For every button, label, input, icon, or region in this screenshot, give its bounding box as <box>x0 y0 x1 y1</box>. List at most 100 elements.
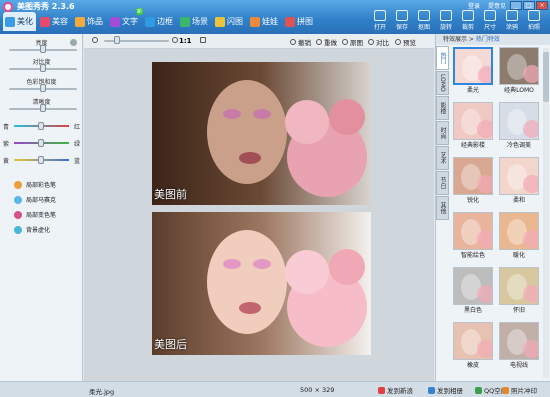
scroll-thumb[interactable] <box>543 52 549 102</box>
effect-5[interactable]: 柔和 <box>499 157 539 204</box>
undo-button[interactable]: 撤销 <box>290 37 311 47</box>
preview-button[interactable]: 预览 <box>395 37 416 47</box>
window-controls: _ □ × <box>510 1 548 10</box>
zoom-out-icon[interactable] <box>92 37 98 43</box>
effect-2[interactable]: 经典影楼 <box>453 102 493 149</box>
breadcrumb-current: 热门特效 <box>475 36 500 43</box>
effect-0[interactable]: 柔光 <box>453 47 493 94</box>
category-tab-3[interactable]: 时尚 <box>436 121 449 145</box>
reset-icon[interactable] <box>70 39 77 46</box>
effect-6[interactable]: 智能绘色 <box>453 212 493 259</box>
effects-scrollbar[interactable] <box>543 48 549 378</box>
effect-3[interactable]: 冷色调美 <box>499 102 539 149</box>
close-button[interactable]: × <box>536 1 548 10</box>
color-balance-slider[interactable] <box>14 139 69 147</box>
category-tab-2[interactable]: 影楼 <box>436 96 449 120</box>
tab-2[interactable]: 饰品 <box>73 12 106 31</box>
toolbar-button-5[interactable]: 尺寸 <box>480 10 500 32</box>
tool-0[interactable]: 局部彩色笔 <box>14 180 56 189</box>
effect-thumbnail <box>499 212 539 250</box>
effect-11[interactable]: 电视线 <box>499 322 539 369</box>
category-tab-6[interactable]: 其他 <box>436 196 449 220</box>
sharpness-knob[interactable] <box>40 104 46 112</box>
tool-2[interactable]: 局部变色笔 <box>14 210 56 219</box>
top-toolbar: 打开保存抠图旋转裁剪尺寸涂鸦拍照看图分享 <box>370 10 550 32</box>
login-link[interactable]: 登录 <box>468 1 480 10</box>
tab-label: 场景 <box>192 17 208 26</box>
app-logo-icon <box>3 2 13 12</box>
effect-thumbnail <box>453 322 493 360</box>
toolbar-button-6[interactable]: 涂鸦 <box>502 10 522 32</box>
color-balance-knob[interactable] <box>38 139 44 147</box>
contrast-knob[interactable] <box>40 64 46 72</box>
original-button[interactable]: 原图 <box>342 37 363 47</box>
tab-6[interactable]: 闪图 <box>213 12 246 31</box>
tool-label: 局部变色笔 <box>26 212 57 219</box>
toolbar-button-2[interactable]: 抠图 <box>414 10 434 32</box>
toolbar-button-0[interactable]: 打开 <box>370 10 390 32</box>
zoom-slider[interactable] <box>104 36 169 44</box>
brightness-slider[interactable] <box>9 45 77 53</box>
maximize-button[interactable]: □ <box>523 1 535 10</box>
category-tab-5[interactable]: 节日 <box>436 171 449 195</box>
redo-button[interactable]: 重做 <box>316 37 337 47</box>
zoom-knob[interactable] <box>114 36 120 44</box>
zoom-in-icon[interactable] <box>172 37 178 43</box>
toolbar-icon <box>396 10 408 21</box>
effect-10[interactable]: 橡皮 <box>453 322 493 369</box>
color-balance-knob[interactable] <box>38 122 44 130</box>
share-link-1[interactable]: 发到相册 <box>428 385 463 395</box>
feedback-link[interactable]: 提意见 <box>488 1 506 10</box>
tab-label: 美容 <box>52 17 68 26</box>
category-tab-0[interactable]: 热门 <box>436 46 449 70</box>
tab-0[interactable]: 美化 <box>3 12 36 31</box>
tab-icon <box>285 16 295 27</box>
tab-1[interactable]: 美容 <box>38 12 71 31</box>
minimize-button[interactable]: _ <box>510 1 522 10</box>
category-tab-4[interactable]: 艺术 <box>436 146 449 170</box>
tab-8[interactable]: 拼图 <box>283 12 316 31</box>
original-label: 原图 <box>350 39 363 47</box>
fit-icon[interactable] <box>200 37 206 43</box>
effect-thumbnail <box>499 157 539 195</box>
tab-3[interactable]: 文字 新 <box>108 8 143 31</box>
effect-9[interactable]: 怀旧 <box>499 267 539 314</box>
share-link-0[interactable]: 发到新浪 <box>378 385 413 395</box>
effect-label: 锐化 <box>466 197 479 204</box>
tab-5[interactable]: 场景 <box>178 12 211 31</box>
saturation-slider[interactable] <box>9 84 77 92</box>
color-balance-knob[interactable] <box>38 156 44 164</box>
toolbar-button-4[interactable]: 裁剪 <box>458 10 478 32</box>
color-balance-slider[interactable] <box>14 122 69 130</box>
contrast-slider[interactable] <box>9 64 77 72</box>
toolbar-icon <box>462 10 474 21</box>
sharpness-slider[interactable] <box>9 104 77 112</box>
toolbar-button-1[interactable]: 保存 <box>392 10 412 32</box>
tab-7[interactable]: 娃娃 <box>248 12 281 31</box>
toolbar-button-8[interactable]: 看图 <box>546 10 550 32</box>
tool-brush-icon <box>14 195 22 204</box>
color-balance-slider[interactable] <box>14 156 69 164</box>
toolbar-button-7[interactable]: 拍照 <box>524 10 544 32</box>
effect-label: 柔和 <box>512 197 525 204</box>
brightness-knob[interactable] <box>40 45 46 53</box>
breadcrumb-root[interactable]: 特效展示 > <box>443 36 476 43</box>
toolbar-label: 涂鸦 <box>505 24 518 31</box>
saturation-knob[interactable] <box>40 84 46 92</box>
share-icon <box>502 386 509 394</box>
zoom-ratio[interactable]: 1:1 <box>179 37 192 45</box>
effect-4[interactable]: 锐化 <box>453 157 493 204</box>
compare-button[interactable]: 对比 <box>368 37 389 47</box>
tool-1[interactable]: 局部马赛克 <box>14 195 56 204</box>
effect-7[interactable]: 暖化 <box>499 212 539 259</box>
toolbar-button-3[interactable]: 旋转 <box>436 10 456 32</box>
canvas-toolbar: 1:1 撤销 重做 原图 对比 预览 <box>84 34 434 49</box>
category-tab-1[interactable]: LOMO <box>436 71 449 95</box>
effect-thumbnail <box>453 157 493 195</box>
tool-3[interactable]: 背景虚化 <box>14 225 50 234</box>
tab-4[interactable]: 边框 <box>143 12 176 31</box>
share-link-3[interactable]: 照片冲印 <box>502 385 537 395</box>
effect-8[interactable]: 黑白色 <box>453 267 493 314</box>
effect-1[interactable]: 经典LOMO <box>499 47 539 94</box>
tool-brush-icon <box>14 180 22 189</box>
